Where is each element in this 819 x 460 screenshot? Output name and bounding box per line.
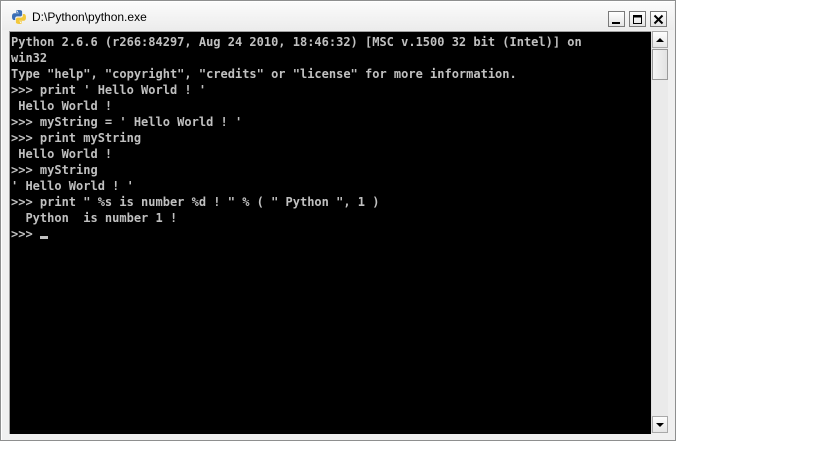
console-line: Hello World ! [11, 147, 113, 161]
scrollbar-thumb[interactable] [652, 49, 668, 80]
minimize-icon [612, 21, 620, 24]
text-cursor [39, 236, 48, 239]
console-line: Python 2.6.6 (r266:84297, Aug 24 2010, 1… [11, 35, 582, 49]
scroll-up-arrow-icon [656, 37, 664, 42]
console-line: >>> myString [11, 163, 98, 177]
console-line: >>> myString = ' Hello World ! ' [11, 115, 243, 129]
console-prompt: >>> [11, 227, 40, 241]
console-window: D:\Python\python.exe Python 2.6.6 (r266:… [0, 0, 676, 441]
maximize-icon [633, 14, 642, 24]
console-line: Python is number 1 ! [11, 211, 178, 225]
title-bar[interactable]: D:\Python\python.exe [2, 2, 674, 30]
console-line: >>> print myString [11, 131, 142, 145]
console-output[interactable]: Python 2.6.6 (r266:84297, Aug 24 2010, 1… [9, 31, 651, 434]
scroll-down-button[interactable] [652, 416, 668, 433]
close-icon [653, 14, 664, 24]
console-line: win32 [11, 51, 48, 65]
console-line: ' Hello World ! ' [11, 179, 134, 193]
vertical-scrollbar[interactable] [651, 31, 668, 433]
console-line: Hello World ! [11, 99, 113, 113]
close-button[interactable] [650, 11, 667, 27]
scroll-up-button[interactable] [652, 31, 668, 48]
maximize-button[interactable] [629, 11, 646, 27]
console-line: >>> print " %s is number %d ! " % ( " Py… [11, 195, 380, 209]
python-icon[interactable] [11, 9, 27, 25]
console-line: Type "help", "copyright", "credits" or "… [11, 67, 517, 81]
scroll-down-arrow-icon [656, 422, 664, 427]
console-input-line[interactable]: >>> [10, 226, 651, 242]
minimize-button[interactable] [608, 11, 625, 27]
console-lines: Python 2.6.6 (r266:84297, Aug 24 2010, 1… [10, 32, 651, 242]
window-title: D:\Python\python.exe [32, 10, 147, 24]
console-line: >>> print ' Hello World ! ' [11, 83, 207, 97]
